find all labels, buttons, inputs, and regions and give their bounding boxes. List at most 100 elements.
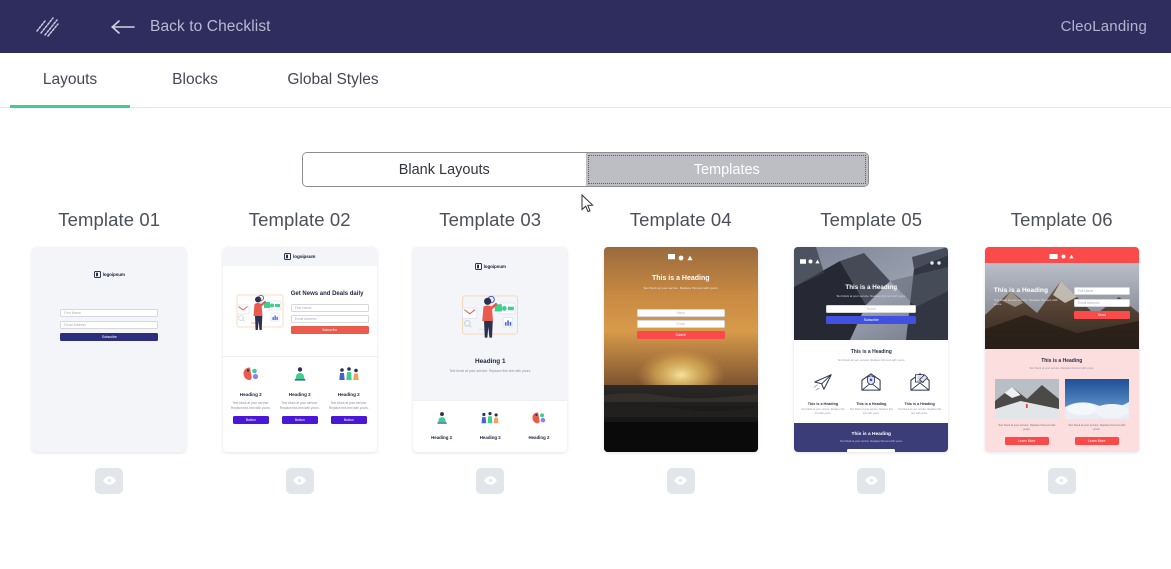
eye-icon	[483, 474, 498, 489]
card-heading: Heading 2	[419, 435, 464, 440]
feature-card: This is a Heading Text block at your ser…	[897, 372, 942, 415]
tab-global-styles-label: Global Styles	[287, 71, 378, 89]
section-heading: This is a Heading	[991, 358, 1133, 364]
template-title: Template 06	[1011, 209, 1113, 231]
template-text: Text block at your service. Replace this…	[413, 369, 567, 373]
person-sitting-icon	[291, 366, 309, 387]
layout-source-toggle-wrap: Blank Layouts Templates	[0, 152, 1171, 187]
template-nav	[985, 247, 1139, 263]
card-button: Learn More	[1075, 437, 1119, 445]
people-group-icon	[338, 366, 360, 387]
eye-icon	[1054, 474, 1069, 489]
template-cell: Template 02 logoipsum	[205, 209, 396, 494]
template-title: Template 05	[820, 209, 922, 231]
layout-source-toggle: Blank Layouts Templates	[302, 152, 869, 187]
template-heading: Get News and Deals daily	[291, 290, 369, 298]
template-thumbnail-02[interactable]: logoipsum	[223, 247, 377, 452]
template-heading: This is a Heading	[994, 287, 1066, 294]
template-thumbnail-04[interactable]: This is a Heading Text block at your ser…	[604, 247, 758, 452]
first-name-field: First Name	[60, 309, 158, 317]
feature-card: Heading 2	[468, 411, 513, 440]
submit-button: Submit	[637, 331, 725, 339]
tab-blocks-label: Blocks	[172, 71, 218, 89]
app-logo	[26, 14, 72, 40]
card-button: Button	[233, 416, 269, 424]
card-text: Text block at your service. Replace this…	[277, 401, 323, 410]
name-field: Name	[637, 309, 725, 317]
preview-button[interactable]	[286, 468, 314, 494]
section-heading: This is a Heading	[800, 349, 942, 355]
illustration-person-dashboard	[229, 276, 291, 346]
card-text: Text block at your service. Replace this…	[995, 424, 1059, 432]
back-to-checklist-link[interactable]: Back to Checklist	[110, 17, 271, 37]
card-button: Button	[331, 416, 367, 424]
template-thumbnail-06[interactable]: This is a Heading Text block at your ser…	[985, 247, 1139, 452]
people-group-icon	[480, 412, 500, 429]
envelope-shield-icon	[860, 379, 882, 396]
first-name-field: First Name	[291, 304, 369, 312]
photo-card: Text block at your service. Replace this…	[1065, 379, 1129, 445]
tab-global-styles[interactable]: Global Styles	[268, 53, 398, 107]
palette-icon	[531, 412, 547, 429]
preview-button[interactable]	[667, 468, 695, 494]
logoipsum-logo: logoipsum	[284, 253, 315, 260]
tab-blocks[interactable]: Blocks	[140, 53, 250, 107]
template-title: Template 01	[58, 209, 160, 231]
template-text: Text block at your service. Replace this…	[994, 298, 1066, 307]
preview-button[interactable]	[1048, 468, 1076, 494]
card-button: Learn More	[1005, 437, 1049, 445]
template-thumbnail-03[interactable]: logoipsum	[413, 247, 567, 452]
mouse-cursor-icon	[581, 194, 594, 213]
tab-layouts-label: Layouts	[43, 71, 97, 89]
feature-card: Heading 2 Text block at your service. Re…	[277, 366, 323, 424]
template-thumbnail-01[interactable]: logoipsum First Name Email Address Subsc…	[32, 247, 186, 452]
envelope-pen-icon	[909, 379, 931, 396]
circle-icon	[1061, 247, 1066, 264]
arrow-left-icon	[110, 17, 136, 37]
feature-card: This is a Heading Text block at your ser…	[800, 372, 845, 415]
preview-button[interactable]	[857, 468, 885, 494]
template-thumbnail-05[interactable]: This is a Heading Text block at your ser…	[794, 247, 948, 452]
email-address-field: Email Address	[291, 315, 369, 323]
back-to-checklist-label: Back to Checklist	[150, 18, 271, 36]
eye-icon	[673, 474, 688, 489]
template-title: Template 03	[439, 209, 541, 231]
palette-icon	[242, 366, 260, 387]
tab-bar: Layouts Blocks Global Styles	[0, 53, 1171, 108]
card-heading: This is a Heading	[800, 402, 845, 406]
feature-card: Heading 2 Text block at your service. Re…	[228, 366, 274, 424]
circle-icon	[930, 252, 934, 270]
brand-name: CleoLanding	[1061, 18, 1147, 35]
triangle-icon	[687, 248, 693, 266]
feature-card: Heading 2	[419, 411, 464, 440]
card-heading: Heading 2	[289, 392, 311, 397]
preview-button[interactable]	[476, 468, 504, 494]
template-grid: Template 01 logoipsum First Name Email A…	[0, 209, 1171, 494]
send-button: Send	[1074, 311, 1130, 319]
template-cell: Template 06	[967, 209, 1158, 494]
card-button: Button	[282, 416, 318, 424]
tab-layouts[interactable]: Layouts	[10, 53, 130, 107]
templates-button[interactable]: Templates	[586, 153, 869, 186]
template-cell: Template 03 logoipsum	[395, 209, 586, 494]
blank-layouts-button[interactable]: Blank Layouts	[303, 153, 586, 186]
card-text: Text block at your service. Replace this…	[849, 408, 894, 415]
feature-card: Heading 2	[517, 411, 562, 440]
template-heading: This is a Heading	[794, 284, 948, 291]
triangle-icon	[1069, 247, 1074, 264]
circle-icon	[808, 251, 813, 269]
template-heading: Heading 1	[413, 358, 567, 365]
card-heading: Heading 2	[240, 392, 262, 397]
template-heading: This is a Heading	[604, 275, 758, 282]
illustration-person-dashboard	[413, 284, 567, 346]
preview-button[interactable]	[95, 468, 123, 494]
email-field: Email	[637, 320, 725, 328]
logoipsum-label: logoipsum	[293, 254, 315, 259]
feature-card: Heading 2 Text block at your service. Re…	[326, 366, 372, 424]
footer-button: Sign Up	[847, 449, 895, 452]
template-title: Template 04	[630, 209, 732, 231]
template-cell: Template 04	[586, 209, 777, 494]
snow-mountain-photo	[995, 379, 1059, 419]
template-cell: Template 01 logoipsum First Name Email A…	[14, 209, 205, 494]
circle-icon	[937, 252, 941, 270]
